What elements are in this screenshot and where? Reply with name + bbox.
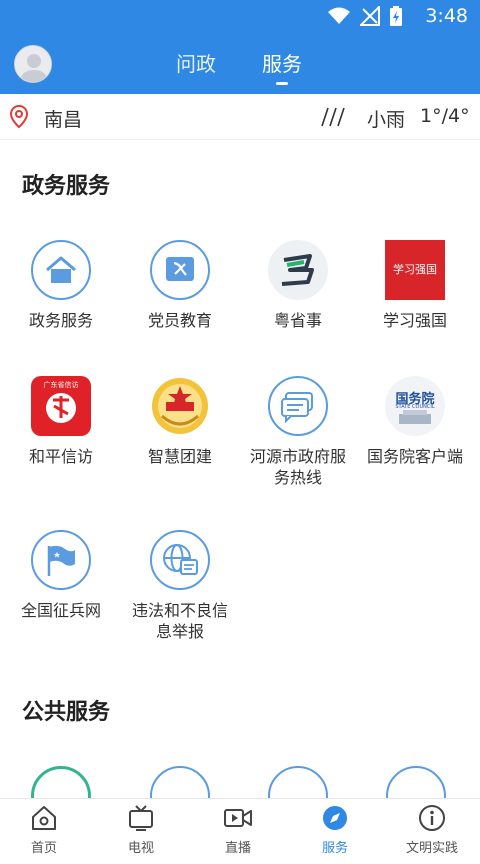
yueshengshi-logo (268, 240, 328, 300)
service-guowuyuan[interactable]: 国务院 STATE COUNCIL 国务院客户端 (355, 376, 475, 467)
weather-condition: 小雨 (367, 109, 406, 131)
status-time: 3:48 (425, 5, 468, 27)
service-heyuan-hotline[interactable]: 河源市政府服务热线 (238, 376, 358, 488)
service-zhengbing[interactable]: 全国征兵网 (1, 530, 121, 621)
service-label: 党员教育 (147, 311, 212, 330)
nav-label: 服务 (321, 841, 348, 856)
service-zhengwu[interactable]: 政务服务 (1, 240, 121, 331)
active-tab-indicator (276, 82, 288, 85)
bottom-nav: 首页 电视 直播 服务 文明实践 (0, 798, 480, 864)
status-bar: 3:48 (0, 0, 480, 32)
service-label: 学习强国 (382, 311, 447, 330)
nav-home[interactable]: 首页 (0, 803, 92, 856)
section-title-gov: 政务服务 (22, 174, 111, 199)
tab-wenzheng[interactable]: 问政 (176, 48, 216, 77)
service-zhihui-tuanjian[interactable]: 智慧团建 (120, 376, 240, 467)
tab-fuwu[interactable]: 服务 (262, 48, 302, 77)
service-label: 国务院客户端 (366, 447, 463, 466)
battery-icon (390, 6, 402, 26)
service-dangyuan[interactable]: 党员教育 (120, 240, 240, 331)
nav-label: 直播 (224, 841, 251, 856)
avatar[interactable] (14, 45, 52, 83)
chat-bubbles-icon (268, 376, 328, 436)
service-label: 违法和不良信息举报 (131, 601, 228, 641)
nav-service[interactable]: 服务 (287, 803, 383, 856)
nav-label: 首页 (30, 841, 57, 856)
no-signal-icon (360, 6, 380, 26)
nav-live[interactable]: 直播 (190, 803, 286, 856)
rain-icon (321, 107, 345, 127)
nav-label: 文明实践 (405, 841, 458, 856)
service-label: 全国征兵网 (20, 601, 101, 620)
nav-civilization[interactable]: 文明实践 (384, 803, 480, 856)
compass-icon (323, 806, 347, 830)
service-illegal-report[interactable]: 违法和不良信息举报 (120, 530, 240, 642)
home-nav-icon (32, 806, 56, 830)
globe-report-icon (150, 530, 210, 590)
home-icon (31, 240, 91, 300)
service-label: 政务服务 (28, 311, 93, 330)
weather-bar: 南昌 小雨 1°/4° (0, 94, 480, 140)
state-council-logo: 国务院 STATE COUNCIL (385, 376, 445, 436)
location-pin-icon[interactable] (10, 105, 28, 129)
service-yueshengshi[interactable]: 粤省事 (238, 240, 358, 331)
wifi-icon (328, 7, 350, 24)
flag-icon (31, 530, 91, 590)
status-icons (328, 6, 402, 26)
app-header: 问政 服务 (0, 32, 480, 94)
tv-icon (129, 805, 153, 831)
weather-temperature: 1°/4° (420, 105, 470, 127)
nav-tv[interactable]: 电视 (93, 803, 189, 856)
service-label: 粤省事 (273, 311, 322, 330)
user-avatar-icon (15, 46, 51, 82)
youth-league-emblem-icon (150, 376, 210, 436)
video-camera-icon (224, 809, 252, 827)
nav-label: 电视 (127, 841, 154, 856)
heping-xinfang-logo: 广东省信访 (31, 376, 91, 436)
service-label: 智慧团建 (147, 447, 212, 466)
party-flag-icon (150, 240, 210, 300)
section-title-public: 公共服务 (22, 700, 111, 725)
city-name[interactable]: 南昌 (44, 105, 82, 132)
info-icon (419, 805, 445, 831)
service-label: 河源市政府服务热线 (249, 447, 346, 487)
xuexi-qiangguo-logo: 学习强国 (385, 240, 445, 300)
service-heping[interactable]: 广东省信访 和平信访 (1, 376, 121, 467)
service-xuexi[interactable]: 学习强国 学习强国 (355, 240, 475, 331)
service-label: 和平信访 (28, 447, 93, 466)
